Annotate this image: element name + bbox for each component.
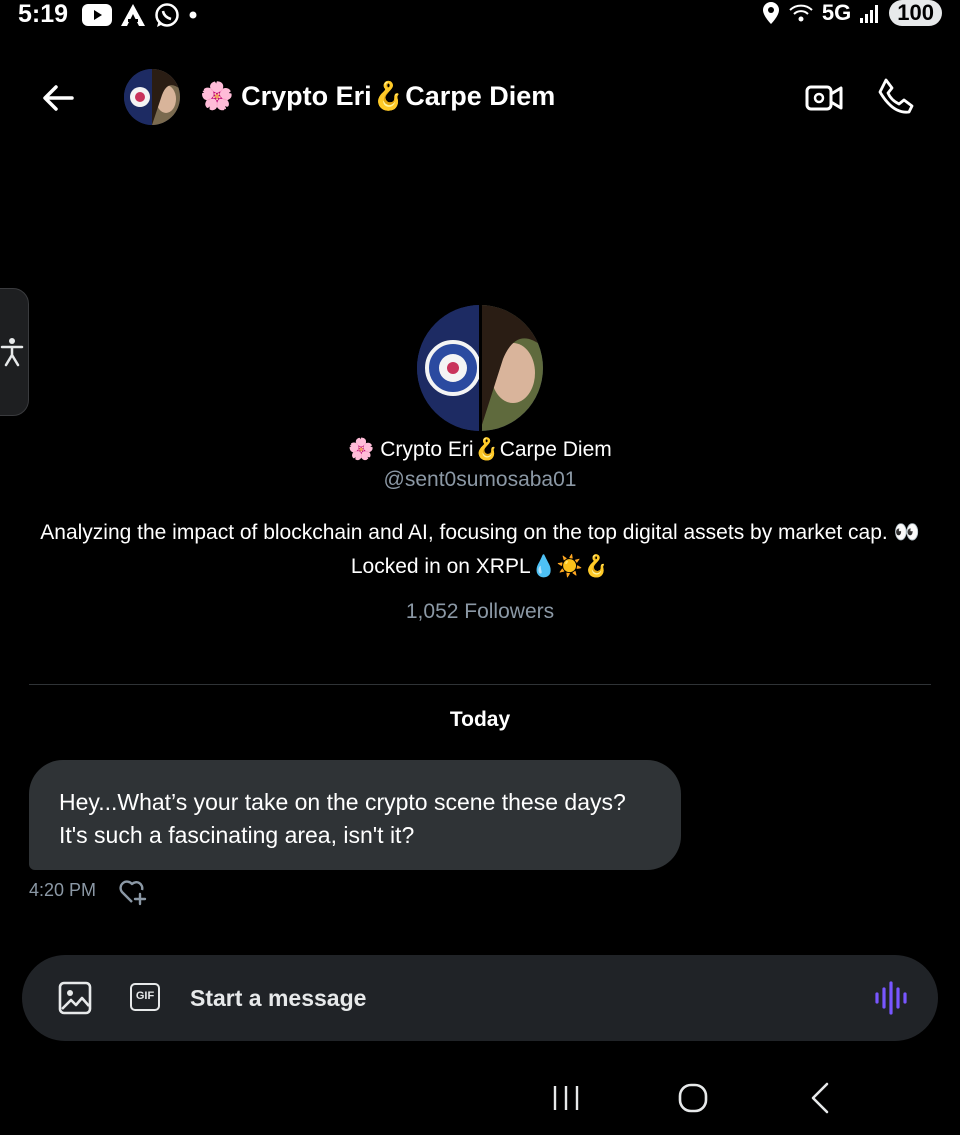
profile-bio: Analyzing the impact of blockchain and A… bbox=[40, 521, 920, 578]
dot-icon bbox=[189, 11, 197, 19]
nav-back-icon bbox=[811, 1082, 829, 1114]
message-bubble[interactable]: Hey...What’s your take on the crypto sce… bbox=[29, 760, 681, 870]
followers-count[interactable]: 1,052 Followers bbox=[0, 600, 960, 624]
signal-icon bbox=[860, 5, 879, 23]
image-icon bbox=[58, 981, 92, 1015]
message-text-line: It's such a fascinating area, isn't it? bbox=[59, 822, 415, 848]
back-button[interactable] bbox=[38, 78, 78, 118]
youtube-icon bbox=[82, 4, 112, 26]
phone-icon bbox=[878, 78, 914, 114]
add-reaction-button[interactable] bbox=[118, 878, 148, 906]
wifi-icon bbox=[789, 4, 813, 22]
location-icon bbox=[762, 2, 779, 24]
profile-handle[interactable]: @sent0sumosaba01 bbox=[0, 468, 960, 492]
home-button[interactable] bbox=[678, 1083, 708, 1113]
battery-indicator: 100 bbox=[889, 0, 942, 26]
status-bar: 5:19 5G 100 bbox=[0, 0, 960, 30]
home-icon bbox=[678, 1083, 708, 1113]
heart-plus-icon bbox=[119, 880, 147, 906]
notification-icons bbox=[82, 2, 198, 28]
message-composer: GIF bbox=[22, 955, 938, 1041]
video-call-icon bbox=[805, 85, 843, 111]
accessibility-icon bbox=[0, 338, 24, 367]
system-icons: 5G 100 bbox=[762, 0, 942, 26]
back-arrow-icon bbox=[43, 85, 74, 111]
message-input[interactable] bbox=[190, 975, 850, 1021]
whatsapp-icon bbox=[155, 3, 179, 27]
media-button[interactable] bbox=[58, 981, 92, 1015]
gif-button[interactable]: GIF bbox=[130, 983, 160, 1011]
conversation-title[interactable]: 🌸 Crypto Eri🪝Carpe Diem bbox=[200, 80, 555, 112]
system-navigation-bar bbox=[0, 1070, 960, 1135]
avatar-image bbox=[417, 305, 543, 431]
system-back-button[interactable] bbox=[808, 1082, 832, 1114]
voice-message-button[interactable] bbox=[874, 981, 910, 1015]
accessibility-side-tab[interactable] bbox=[0, 288, 29, 416]
video-call-button[interactable] bbox=[804, 78, 844, 118]
divider bbox=[29, 684, 931, 685]
message-text-line: Hey...What’s your take on the crypto sce… bbox=[59, 789, 626, 815]
recents-button[interactable] bbox=[552, 1084, 580, 1112]
profile-name: 🌸 Crypto Eri🪝Carpe Diem bbox=[348, 438, 612, 461]
message-timestamp: 4:20 PM bbox=[29, 880, 97, 900]
conversation-header: 🌸 Crypto Eri🪝Carpe Diem bbox=[0, 60, 960, 132]
status-time: 5:19 bbox=[18, 0, 69, 28]
header-avatar[interactable] bbox=[124, 69, 180, 125]
date-separator: Today bbox=[449, 708, 511, 731]
recents-icon bbox=[553, 1086, 579, 1110]
phone-call-button[interactable] bbox=[876, 76, 916, 116]
voice-waveform-icon bbox=[875, 981, 907, 1015]
network-type: 5G bbox=[821, 0, 852, 25]
avatar-image bbox=[124, 69, 180, 125]
profile-avatar[interactable] bbox=[417, 305, 543, 431]
arc-icon bbox=[121, 4, 145, 26]
